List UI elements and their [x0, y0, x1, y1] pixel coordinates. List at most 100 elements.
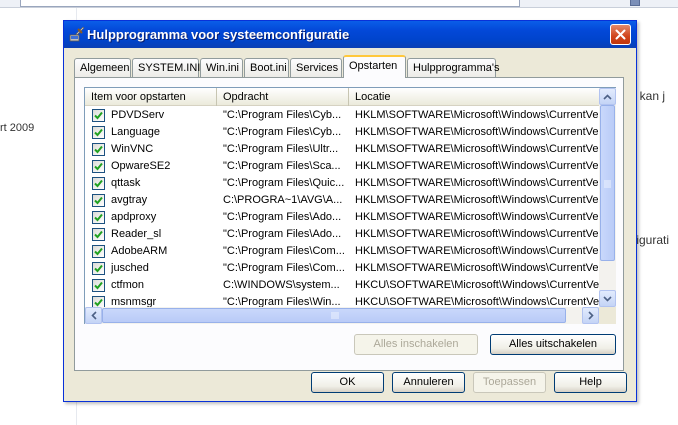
msconfig-tools-icon	[69, 26, 85, 42]
command-cell: "C:\Program Files\Ado...	[223, 228, 342, 240]
disable-all-button[interactable]: Alles uitschakelen	[490, 334, 616, 355]
location-cell: HKLM\SOFTWARE\Microsoft\Windows\CurrentV…	[355, 194, 599, 206]
tab-win-ini[interactable]: Win.ini	[200, 58, 243, 78]
tab-boot-ini[interactable]: Boot.ini	[244, 58, 289, 78]
scrollbar-corner	[599, 307, 616, 324]
startup-item-checkbox[interactable]	[92, 296, 105, 307]
startup-item-checkbox[interactable]	[92, 211, 105, 224]
command-cell: "C:\Program Files\Cyb...	[223, 109, 342, 121]
item-name-cell: jusched	[111, 262, 149, 274]
tab-algemeen[interactable]: Algemeen	[74, 58, 131, 78]
startup-items-list[interactable]: Item voor opstarten Opdracht Locatie PDV…	[84, 87, 616, 324]
background-toolbar	[0, 0, 678, 8]
item-name-cell: WinVNC	[111, 143, 154, 155]
arrow-left-icon	[90, 311, 97, 320]
startup-item-checkbox[interactable]	[92, 126, 105, 139]
item-name-cell: OpwareSE2	[111, 160, 171, 172]
startup-item-checkbox[interactable]	[92, 228, 105, 241]
list-item[interactable]: Language "C:\Program Files\Cyb... HKLM\SOF…	[85, 124, 599, 141]
tab-services[interactable]: Services	[290, 58, 342, 78]
ok-button[interactable]: OK	[311, 372, 384, 393]
horizontal-scroll-thumb[interactable]	[102, 308, 566, 323]
list-item[interactable]: msnmsgr "C:\Program Files\Win... HKCU\SOFT…	[85, 294, 599, 307]
command-cell: "C:\Program Files\Ado...	[223, 211, 342, 223]
item-name-cell: avgtray	[111, 194, 148, 206]
location-cell: HKLM\SOFTWARE\Microsoft\Windows\CurrentV…	[355, 262, 599, 274]
background-text-fragment: figurati	[633, 233, 670, 247]
scroll-left-button[interactable]	[85, 307, 102, 324]
list-item[interactable]: jusched "C:\Program Files\Com... HKLM\SOFT…	[85, 260, 599, 277]
startup-item-checkbox[interactable]	[92, 279, 105, 292]
startup-item-checkbox[interactable]	[92, 177, 105, 190]
opstarten-tab-panel: Item voor opstarten Opdracht Locatie PDV…	[74, 77, 624, 371]
checkmark-icon	[94, 111, 103, 120]
vertical-scroll-thumb[interactable]	[600, 105, 615, 261]
arrow-down-icon	[603, 295, 612, 302]
list-item[interactable]: Reader_sl "C:\Program Files\Ado... HKLM\SO…	[85, 226, 599, 243]
command-cell: "C:\Program Files\Win...	[223, 296, 341, 307]
list-item[interactable]: AdobeARM "C:\Program Files\Com... HKLM\SOF…	[85, 243, 599, 260]
grip-icon	[331, 312, 339, 319]
startup-item-checkbox[interactable]	[92, 143, 105, 156]
column-header-location[interactable]: Locatie	[349, 88, 599, 106]
command-cell: "C:\Program Files\Quic...	[223, 177, 345, 189]
dialog-title: Hulpprogramma voor systeemconfiguratie	[87, 27, 350, 42]
tab-system-ini[interactable]: SYSTEM.INI	[132, 58, 200, 78]
close-x-icon	[615, 29, 626, 40]
checkmark-icon	[94, 196, 103, 205]
list-item[interactable]: OpwareSE2 "C:\Program Files\Sca... HKLM\SO…	[85, 158, 599, 175]
tab-opstarten[interactable]: Opstarten	[343, 55, 406, 78]
location-cell: HKLM\SOFTWARE\Microsoft\Windows\CurrentV…	[355, 109, 599, 121]
list-viewport: Item voor opstarten Opdracht Locatie PDV…	[85, 88, 599, 307]
location-cell: HKCU\SOFTWARE\Microsoft\Windows\CurrentV…	[355, 279, 599, 291]
command-cell: C:\WINDOWS\system...	[223, 279, 340, 291]
location-cell: HKCU\SOFTWARE\Microsoft\Windows\CurrentV…	[355, 296, 599, 307]
vertical-scrollbar[interactable]	[599, 88, 616, 307]
item-name-cell: PDVDServ	[111, 109, 165, 121]
scroll-up-button[interactable]	[599, 88, 616, 105]
checkmark-icon	[94, 298, 103, 307]
list-item[interactable]: avgtray C:\PROGRA~1\AVG\A... HKLM\SOFTWARE…	[85, 192, 599, 209]
command-cell: "C:\Program Files\Ultr...	[223, 143, 339, 155]
checkmark-icon	[94, 213, 103, 222]
startup-item-checkbox[interactable]	[92, 245, 105, 258]
system-configuration-dialog: Hulpprogramma voor systeemconfiguratie A…	[63, 20, 637, 402]
startup-item-checkbox[interactable]	[92, 109, 105, 122]
enable-all-button[interactable]: Alles inschakelen	[354, 334, 478, 355]
item-name-cell: qttask	[111, 177, 141, 189]
list-item[interactable]: apdproxy "C:\Program Files\Ado... HKLM\SOF…	[85, 209, 599, 226]
background-toolbar-icon	[630, 0, 640, 6]
background-date-text: rt 2009	[0, 122, 35, 134]
list-item[interactable]: qttask "C:\Program Files\Quic... HKLM\SOFT…	[85, 175, 599, 192]
cancel-button[interactable]: Annuleren	[392, 372, 465, 393]
checkmark-icon	[94, 281, 103, 290]
scroll-right-button[interactable]	[582, 307, 599, 324]
item-name-cell: Language	[111, 126, 160, 138]
column-header-command[interactable]: Opdracht	[217, 88, 349, 106]
help-button[interactable]: Help	[554, 372, 627, 393]
list-item[interactable]: PDVDServ "C:\Program Files\Cyb... HKLM\SOF…	[85, 107, 599, 124]
startup-item-checkbox[interactable]	[92, 160, 105, 173]
list-item[interactable]: WinVNC "C:\Program Files\Ultr... HKLM\SOFT…	[85, 141, 599, 158]
tab-hulpprogrammas[interactable]: Hulpprogramma's	[407, 58, 499, 78]
command-cell: C:\PROGRA~1\AVG\A...	[223, 194, 343, 206]
command-cell: "C:\Program Files\Cyb...	[223, 126, 342, 138]
column-header-item[interactable]: Item voor opstarten	[85, 88, 217, 106]
checkmark-icon	[94, 145, 103, 154]
location-cell: HKLM\SOFTWARE\Microsoft\Windows\CurrentV…	[355, 228, 599, 240]
dialog-titlebar[interactable]: Hulpprogramma voor systeemconfiguratie	[64, 21, 636, 48]
scroll-down-button[interactable]	[599, 290, 616, 307]
item-name-cell: Reader_sl	[111, 228, 162, 240]
horizontal-scrollbar[interactable]	[85, 307, 599, 324]
close-button[interactable]	[610, 24, 631, 45]
apply-button[interactable]: Toepassen	[473, 372, 546, 393]
startup-item-checkbox[interactable]	[92, 194, 105, 207]
list-header: Item voor opstarten Opdracht Locatie	[85, 88, 599, 106]
list-item[interactable]: ctfmon C:\WINDOWS\system... HKCU\SOFTWARE\…	[85, 277, 599, 294]
list-rows: PDVDServ "C:\Program Files\Cyb... HKLM\SOF…	[85, 107, 599, 307]
command-cell: "C:\Program Files\Com...	[223, 262, 345, 274]
startup-item-checkbox[interactable]	[92, 262, 105, 275]
command-cell: "C:\Program Files\Com...	[223, 245, 345, 257]
command-cell: "C:\Program Files\Sca...	[223, 160, 341, 172]
location-cell: HKLM\SOFTWARE\Microsoft\Windows\CurrentV…	[355, 177, 599, 189]
